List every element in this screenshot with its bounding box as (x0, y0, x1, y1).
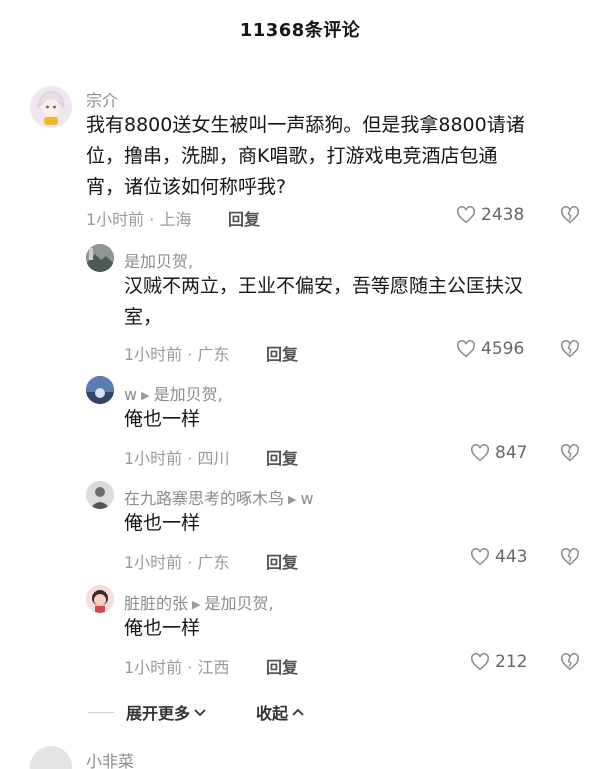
reply-button[interactable]: 回复 (266, 549, 298, 573)
reply-text: 俺也一样 (124, 404, 584, 435)
play-arrow-icon: ▶ (288, 493, 297, 506)
heart-icon (457, 340, 475, 358)
avatar[interactable] (86, 244, 114, 272)
reply-button[interactable]: 回复 (266, 445, 298, 469)
reply-username[interactable]: w ▶ 是加贝贺, (124, 381, 223, 405)
reply-username[interactable]: 是加贝贺, (124, 248, 193, 272)
reply-text-line: 俺也一样 (124, 617, 201, 639)
reply-target[interactable]: w (300, 489, 313, 508)
like-button[interactable]: 2438 (456, 205, 524, 225)
chevron-down-icon (194, 709, 206, 717)
like-button[interactable]: 4596 (456, 339, 524, 359)
reply-text-line: 俺也一样 (124, 408, 201, 430)
like-button[interactable]: 443 (470, 547, 527, 567)
broken-heart-icon (561, 206, 579, 224)
comment-text: 我有8800送女生被叫一声舔狗。但是我拿8800请诸 位，撸串，洗脚，商K唱歌，… (86, 110, 586, 203)
reply-button[interactable]: 回复 (228, 206, 260, 230)
play-arrow-icon: ▶ (192, 598, 201, 611)
avatar[interactable] (86, 376, 114, 404)
dislike-button[interactable] (560, 653, 580, 675)
avatar[interactable] (86, 481, 114, 509)
reply-button[interactable]: 回复 (266, 341, 298, 365)
dislike-button[interactable] (560, 548, 580, 570)
reply-time-location: 1小时前 · 四川 (124, 449, 230, 468)
like-count: 2438 (481, 205, 525, 225)
reply-text-line: 汉贼不两立，王业不偏安，吾等愿随主公匡扶汉 (124, 275, 524, 297)
anime-avatar-icon (30, 86, 72, 128)
reply-username[interactable]: 脏脏的张 ▶ 是加贝贺, (124, 590, 274, 614)
comment-text-line: 我有8800送女生被叫一声舔狗。但是我拿8800请诸 (86, 114, 525, 136)
comment-username[interactable]: 宗介 (86, 87, 118, 111)
like-count: 212 (495, 652, 528, 672)
reply-text: 俺也一样 (124, 613, 584, 644)
reply-time-location: 1小时前 · 江西 (124, 658, 230, 677)
broken-heart-icon (561, 653, 579, 671)
collapse-label: 收起 (256, 704, 289, 723)
expand-more-label: 展开更多 (126, 704, 191, 723)
cartoon-avatar-icon (86, 585, 114, 613)
divider (88, 711, 114, 713)
like-count: 847 (495, 443, 528, 463)
comment-username[interactable]: 小非菜 (86, 748, 134, 769)
reply-author[interactable]: 在九路寨思考的啄木鸟 (124, 489, 284, 508)
heart-icon (471, 548, 489, 566)
reply-button[interactable]: 回复 (266, 654, 298, 678)
like-button[interactable]: 212 (470, 652, 527, 672)
reply-text-line: 室， (124, 306, 163, 328)
dislike-button[interactable] (560, 206, 580, 228)
landscape-avatar-icon (86, 244, 114, 272)
dislike-button[interactable] (560, 444, 580, 466)
collapse-button[interactable]: 收起 (256, 700, 306, 724)
like-count: 4596 (481, 339, 525, 359)
reply-text: 俺也一样 (124, 508, 584, 539)
replies-toggle-row: 展开更多 收起 (88, 700, 306, 724)
reply-time-location: 1小时前 · 广东 (124, 553, 230, 572)
reply-username[interactable]: 在九路寨思考的啄木鸟 ▶ w (124, 485, 314, 509)
broken-heart-icon (561, 548, 579, 566)
heart-icon (457, 206, 475, 224)
reply-target[interactable]: 是加贝贺, (204, 594, 273, 613)
reply-author[interactable]: w (124, 385, 137, 404)
reply-text: 汉贼不两立，王业不偏安，吾等愿随主公匡扶汉 室， (124, 271, 584, 333)
broken-heart-icon (561, 444, 579, 462)
avatar[interactable] (30, 746, 72, 769)
comment-text-line: 宵，诸位该如何称呼我? (86, 176, 287, 198)
dislike-button[interactable] (560, 340, 580, 362)
person-avatar-icon (86, 481, 114, 509)
comment-time-location: 1小时前 · 上海 (86, 210, 192, 229)
avatar[interactable] (86, 585, 114, 613)
heart-icon (471, 444, 489, 462)
broken-heart-icon (561, 340, 579, 358)
reply-author[interactable]: 脏脏的张 (124, 594, 188, 613)
like-button[interactable]: 847 (470, 443, 527, 463)
like-count: 443 (495, 547, 528, 567)
expand-more-button[interactable]: 展开更多 (126, 700, 208, 724)
reply-target[interactable]: 是加贝贺, (154, 385, 223, 404)
sky-avatar-icon (86, 376, 114, 404)
reply-author[interactable]: 是加贝贺, (124, 252, 193, 271)
avatar[interactable] (30, 86, 72, 128)
comment-text-line: 位，撸串，洗脚，商K唱歌，打游戏电竞酒店包通 (86, 145, 498, 167)
comments-count-title: 11368条评论 (239, 20, 361, 41)
heart-icon (471, 653, 489, 671)
chevron-up-icon (292, 708, 304, 716)
reply-time-location: 1小时前 · 广东 (124, 345, 230, 364)
reply-text-line: 俺也一样 (124, 512, 201, 534)
play-arrow-icon: ▶ (141, 389, 150, 402)
